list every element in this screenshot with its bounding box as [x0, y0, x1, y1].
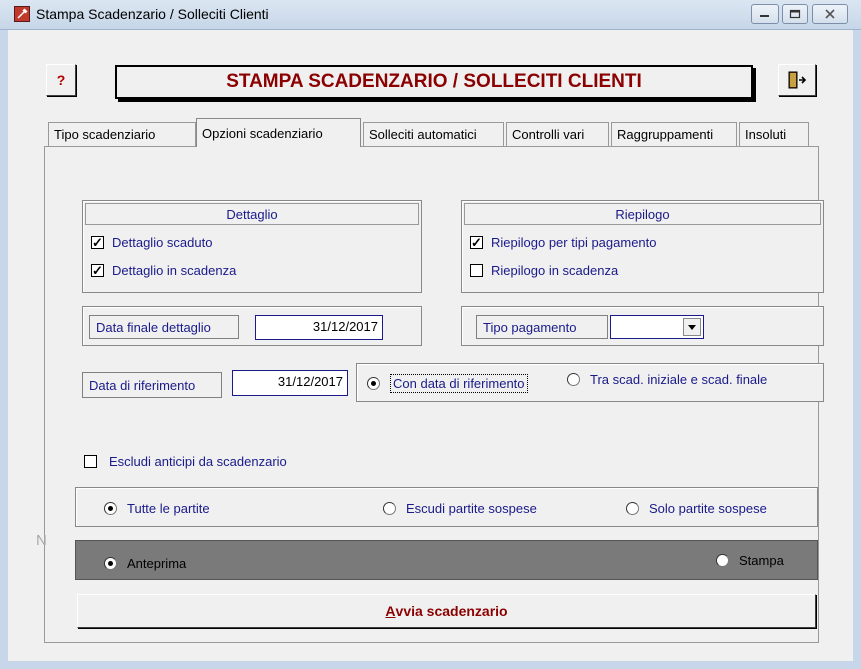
side-glyph: N	[36, 532, 47, 549]
escudi-partite-sospese-radio[interactable]	[383, 502, 396, 515]
exit-button[interactable]	[778, 64, 816, 96]
riepilogo-in-scadenza-checkbox[interactable]	[470, 264, 483, 277]
help-button[interactable]: ?	[46, 64, 76, 96]
maximize-button[interactable]	[782, 4, 808, 24]
solo-partite-sospese-label: Solo partite sospese	[649, 501, 767, 516]
data-riferimento-field[interactable]: 31/12/2017	[232, 370, 348, 396]
riepilogo-tipi-pagamento-label: Riepilogo per tipi pagamento	[491, 235, 657, 250]
escludi-anticipi-label: Escludi anticipi da scadenzario	[109, 454, 287, 469]
dettaglio-scaduto-checkbox[interactable]: ✓	[91, 236, 104, 249]
dettaglio-scaduto-label: Dettaglio scaduto	[112, 235, 213, 250]
title-bar: Stampa Scadenzario / Solleciti Clienti	[0, 0, 861, 30]
riepilogo-in-scadenza-option[interactable]: Riepilogo in scadenza	[470, 263, 618, 278]
dettaglio-scaduto-option[interactable]: ✓ Dettaglio scaduto	[91, 235, 212, 250]
anteprima-label: Anteprima	[127, 556, 187, 571]
tipo-pagamento-label-box: Tipo pagamento	[476, 315, 608, 339]
close-icon	[825, 9, 835, 19]
page-title: STAMPA SCADENZARIO / SOLLECITI CLIENTI	[115, 65, 753, 99]
data-finale-field[interactable]: 31/12/2017	[255, 315, 383, 340]
minimize-button[interactable]	[751, 4, 779, 24]
tipo-pagamento-group: Tipo pagamento	[461, 306, 824, 346]
tab-opzioni-scadenziario[interactable]: Opzioni scadenziario	[196, 118, 361, 147]
riepilogo-header: Riepilogo	[464, 203, 821, 225]
tab-controlli-vari[interactable]: Controlli vari	[506, 122, 609, 146]
anteprima-radio[interactable]	[104, 557, 117, 570]
close-button[interactable]	[812, 4, 848, 24]
stampa-option[interactable]: Stampa	[716, 553, 784, 568]
stampa-label: Stampa	[739, 553, 784, 568]
minimize-icon	[760, 15, 769, 17]
solo-partite-sospese-radio[interactable]	[626, 502, 639, 515]
dettaglio-in-scadenza-option[interactable]: ✓ Dettaglio in scadenza	[91, 263, 236, 278]
app-window: Stampa Scadenzario / Solleciti Clienti ?…	[0, 0, 861, 669]
con-data-riferimento-label: Con data di riferimento	[390, 374, 528, 393]
avvia-label: vvia scadenzario	[395, 603, 508, 619]
data-finale-label-box: Data finale dettaglio	[89, 315, 239, 339]
tra-scad-label: Tra scad. iniziale e scad. finale	[590, 372, 768, 387]
tab-solleciti-automatici[interactable]: Solleciti automatici	[363, 122, 504, 146]
tra-scad-radio[interactable]	[567, 373, 580, 386]
escludi-anticipi-checkbox[interactable]	[84, 455, 97, 468]
window-frame-left	[0, 30, 8, 669]
riepilogo-group: Riepilogo ✓ Riepilogo per tipi pagamento…	[461, 200, 824, 293]
con-data-riferimento-radio[interactable]	[367, 377, 380, 390]
data-riferimento-label-box: Data di riferimento	[82, 372, 222, 398]
dettaglio-in-scadenza-checkbox[interactable]: ✓	[91, 264, 104, 277]
tra-scad-option[interactable]: Tra scad. iniziale e scad. finale	[567, 372, 767, 387]
escludi-anticipi-option[interactable]: Escludi anticipi da scadenzario	[84, 454, 287, 469]
exit-door-icon	[788, 71, 807, 89]
tab-raggruppamenti[interactable]: Raggruppamenti	[611, 122, 737, 146]
window-title: Stampa Scadenzario / Solleciti Clienti	[36, 6, 269, 22]
maximize-icon	[789, 9, 801, 19]
data-finale-group: Data finale dettaglio 31/12/2017	[82, 306, 422, 346]
riepilogo-tipi-pagamento-checkbox[interactable]: ✓	[470, 236, 483, 249]
escudi-partite-sospese-option[interactable]: Escudi partite sospese	[383, 501, 537, 516]
avvia-scadenzario-button[interactable]: Avvia scadenzario	[77, 594, 816, 628]
stampa-radio[interactable]	[716, 554, 729, 567]
avvia-accesskey: A	[385, 603, 396, 619]
tutte-partite-radio[interactable]	[104, 502, 117, 515]
dettaglio-in-scadenza-label: Dettaglio in scadenza	[112, 263, 237, 278]
dettaglio-group: Dettaglio ✓ Dettaglio scaduto ✓ Dettagli…	[82, 200, 422, 293]
tab-tipo-scadenziario[interactable]: Tipo scadenziario	[48, 122, 196, 146]
escudi-partite-sospese-label: Escudi partite sospese	[406, 501, 537, 516]
tipo-pagamento-dropdown-button[interactable]	[683, 318, 701, 336]
anteprima-option[interactable]: Anteprima	[104, 556, 186, 571]
data-finale-label: Data finale dettaglio	[96, 319, 211, 335]
dettaglio-header: Dettaglio	[85, 203, 419, 225]
con-data-riferimento-option[interactable]: Con data di riferimento	[367, 374, 528, 393]
riepilogo-tipi-pagamento-option[interactable]: ✓ Riepilogo per tipi pagamento	[470, 235, 657, 250]
chevron-down-icon	[688, 324, 696, 330]
tipo-pagamento-select[interactable]	[610, 315, 704, 339]
app-icon	[14, 6, 30, 22]
tutte-partite-label: Tutte le partite	[127, 501, 210, 516]
tab-insoluti[interactable]: Insoluti	[739, 122, 809, 146]
tipo-pagamento-label: Tipo pagamento	[483, 319, 577, 335]
solo-partite-sospese-option[interactable]: Solo partite sospese	[626, 501, 767, 516]
tutte-partite-option[interactable]: Tutte le partite	[104, 501, 210, 516]
window-frame-right	[853, 30, 861, 669]
data-riferimento-label: Data di riferimento	[89, 377, 196, 393]
riferimento-mode-group: Con data di riferimento Tra scad. inizia…	[356, 363, 824, 402]
partite-group: Tutte le partite Escudi partite sospese …	[75, 487, 818, 527]
riepilogo-in-scadenza-label: Riepilogo in scadenza	[491, 263, 619, 278]
window-frame-bottom	[0, 661, 861, 669]
output-mode-bar: Anteprima Stampa	[75, 540, 818, 580]
